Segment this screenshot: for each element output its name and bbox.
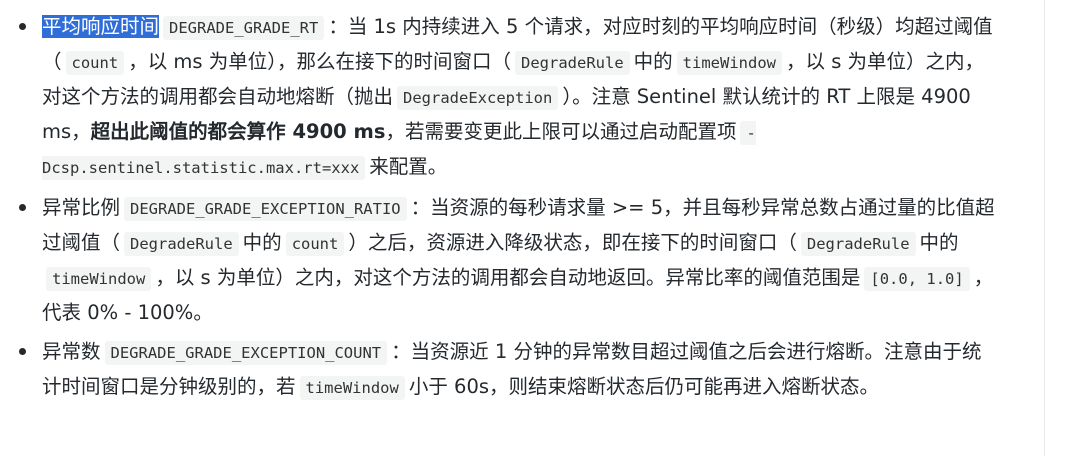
inline-code: count: [65, 51, 125, 75]
text-segment: 中的: [919, 231, 959, 254]
list-item-exception-ratio: 异常比例 DEGRADE_GRADE_EXCEPTION_RATIO ：当资源的每秒…: [0, 191, 1000, 329]
degrade-strategy-list: 平均响应时间 DEGRADE_GRADE_RT ：当 1s 内持续进入 5 个请求，…: [0, 0, 1044, 405]
inline-code: count: [285, 232, 345, 256]
item-label: 异常比例: [42, 196, 121, 219]
text-segment: 中的: [633, 50, 673, 73]
inline-code: timeWindow: [46, 267, 152, 291]
text-segment: 来配置。: [369, 155, 448, 178]
bullet-icon: [19, 204, 26, 211]
text-segment: 中的: [242, 231, 282, 254]
text-segment: 小于 60s，则结束熔断状态后仍可能再进入熔断状态。: [408, 375, 880, 398]
inline-code: DegradeRule: [515, 51, 630, 75]
inline-code: timeWindow: [676, 51, 782, 75]
bold-text: 超出此阈值的都会算作 4900 ms: [90, 120, 386, 143]
inline-code: [0.0, 1.0]: [864, 267, 970, 291]
text-segment: ，以 s 为单位）之内，对这个方法的调用都会自动地返回。异常比率的阈值范围是: [155, 266, 861, 289]
text-segment: ，若需要变更此上限可以通过启动配置项: [385, 120, 737, 143]
text-segment: ）之后，资源进入降级状态，即在接下的时间窗口（: [348, 231, 797, 254]
text-segment: ，以 ms 为单位），那么在接下的时间窗口（: [128, 50, 511, 73]
inline-code: DegradeRule: [800, 232, 916, 256]
bullet-icon: [19, 23, 26, 30]
list-item-rt: 平均响应时间 DEGRADE_GRADE_RT ：当 1s 内持续进入 5 个请求，…: [0, 10, 1000, 185]
bullet-icon: [19, 348, 26, 355]
inline-code: DEGRADE_GRADE_RT: [163, 16, 325, 40]
inline-code: DegradeRule: [124, 232, 239, 256]
item-label: 异常数: [42, 340, 101, 363]
inline-code: DegradeException: [397, 86, 559, 110]
list-item-exception-count: 异常数 DEGRADE_GRADE_EXCEPTION_COUNT ：当资源近 1 …: [0, 335, 1000, 405]
inline-code: timeWindow: [299, 376, 405, 400]
document-body: 平均响应时间 DEGRADE_GRADE_RT ：当 1s 内持续进入 5 个请求，…: [0, 0, 1045, 456]
selected-text[interactable]: 平均响应时间: [42, 15, 160, 38]
inline-code: DEGRADE_GRADE_EXCEPTION_RATIO: [124, 197, 407, 221]
inline-code: DEGRADE_GRADE_EXCEPTION_COUNT: [104, 341, 388, 365]
